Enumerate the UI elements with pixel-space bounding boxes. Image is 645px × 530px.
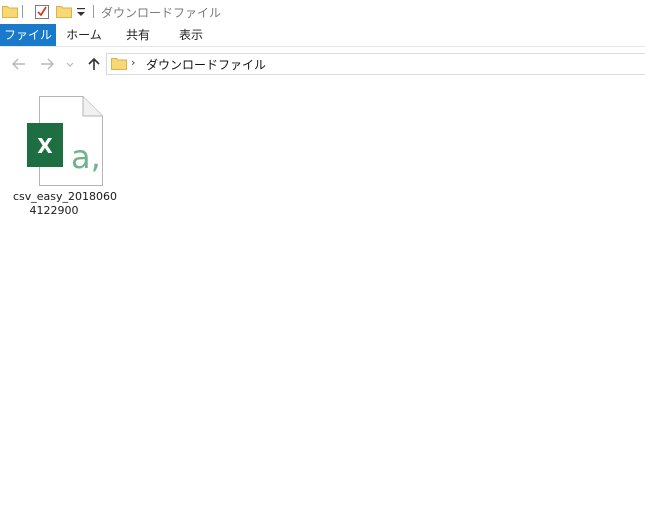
file-name-line-1: csv_easy_2018060 — [13, 190, 118, 203]
tab-home[interactable]: ホーム — [58, 24, 110, 46]
navigation-bar: › ダウンロードファイル — [0, 47, 645, 81]
ribbon-tabs: ファイル ホーム 共有 表示 — [0, 24, 645, 47]
up-arrow-icon[interactable] — [86, 56, 102, 72]
file-list-area[interactable]: X a, csv_easy_2018060 4122900 — [0, 82, 645, 530]
address-bar[interactable]: › ダウンロードファイル — [106, 53, 645, 75]
customize-toolbar-dropdown-icon[interactable] — [76, 6, 86, 18]
title-bar: ダウンロードファイル — [0, 0, 645, 24]
breadcrumb-chevron-icon[interactable]: › — [131, 56, 135, 69]
file-name-line-2: 4122900 — [29, 204, 79, 217]
back-arrow-icon[interactable] — [11, 56, 27, 72]
tab-share[interactable]: 共有 — [112, 24, 164, 46]
file-name[interactable]: csv_easy_2018060 4122900 — [13, 190, 118, 218]
excel-csv-icon: X a, — [27, 96, 103, 186]
forward-arrow-icon[interactable] — [39, 56, 55, 72]
excel-x-letter: X — [37, 134, 53, 158]
csv-glyph: a, — [71, 138, 101, 176]
folder-icon[interactable] — [2, 4, 18, 18]
file-item[interactable]: X a, csv_easy_2018060 4122900 — [13, 90, 118, 218]
tab-view[interactable]: 表示 — [165, 24, 217, 46]
recent-locations-chevron-icon[interactable] — [64, 56, 76, 72]
tab-file[interactable]: ファイル — [0, 24, 56, 46]
breadcrumb-current-folder[interactable]: ダウンロードファイル — [146, 56, 266, 73]
folder-icon — [111, 58, 127, 70]
new-folder-icon[interactable] — [56, 4, 72, 18]
window-title: ダウンロードファイル — [101, 6, 222, 20]
separator — [22, 5, 23, 18]
separator — [93, 5, 94, 18]
properties-check-icon[interactable] — [35, 3, 49, 19]
